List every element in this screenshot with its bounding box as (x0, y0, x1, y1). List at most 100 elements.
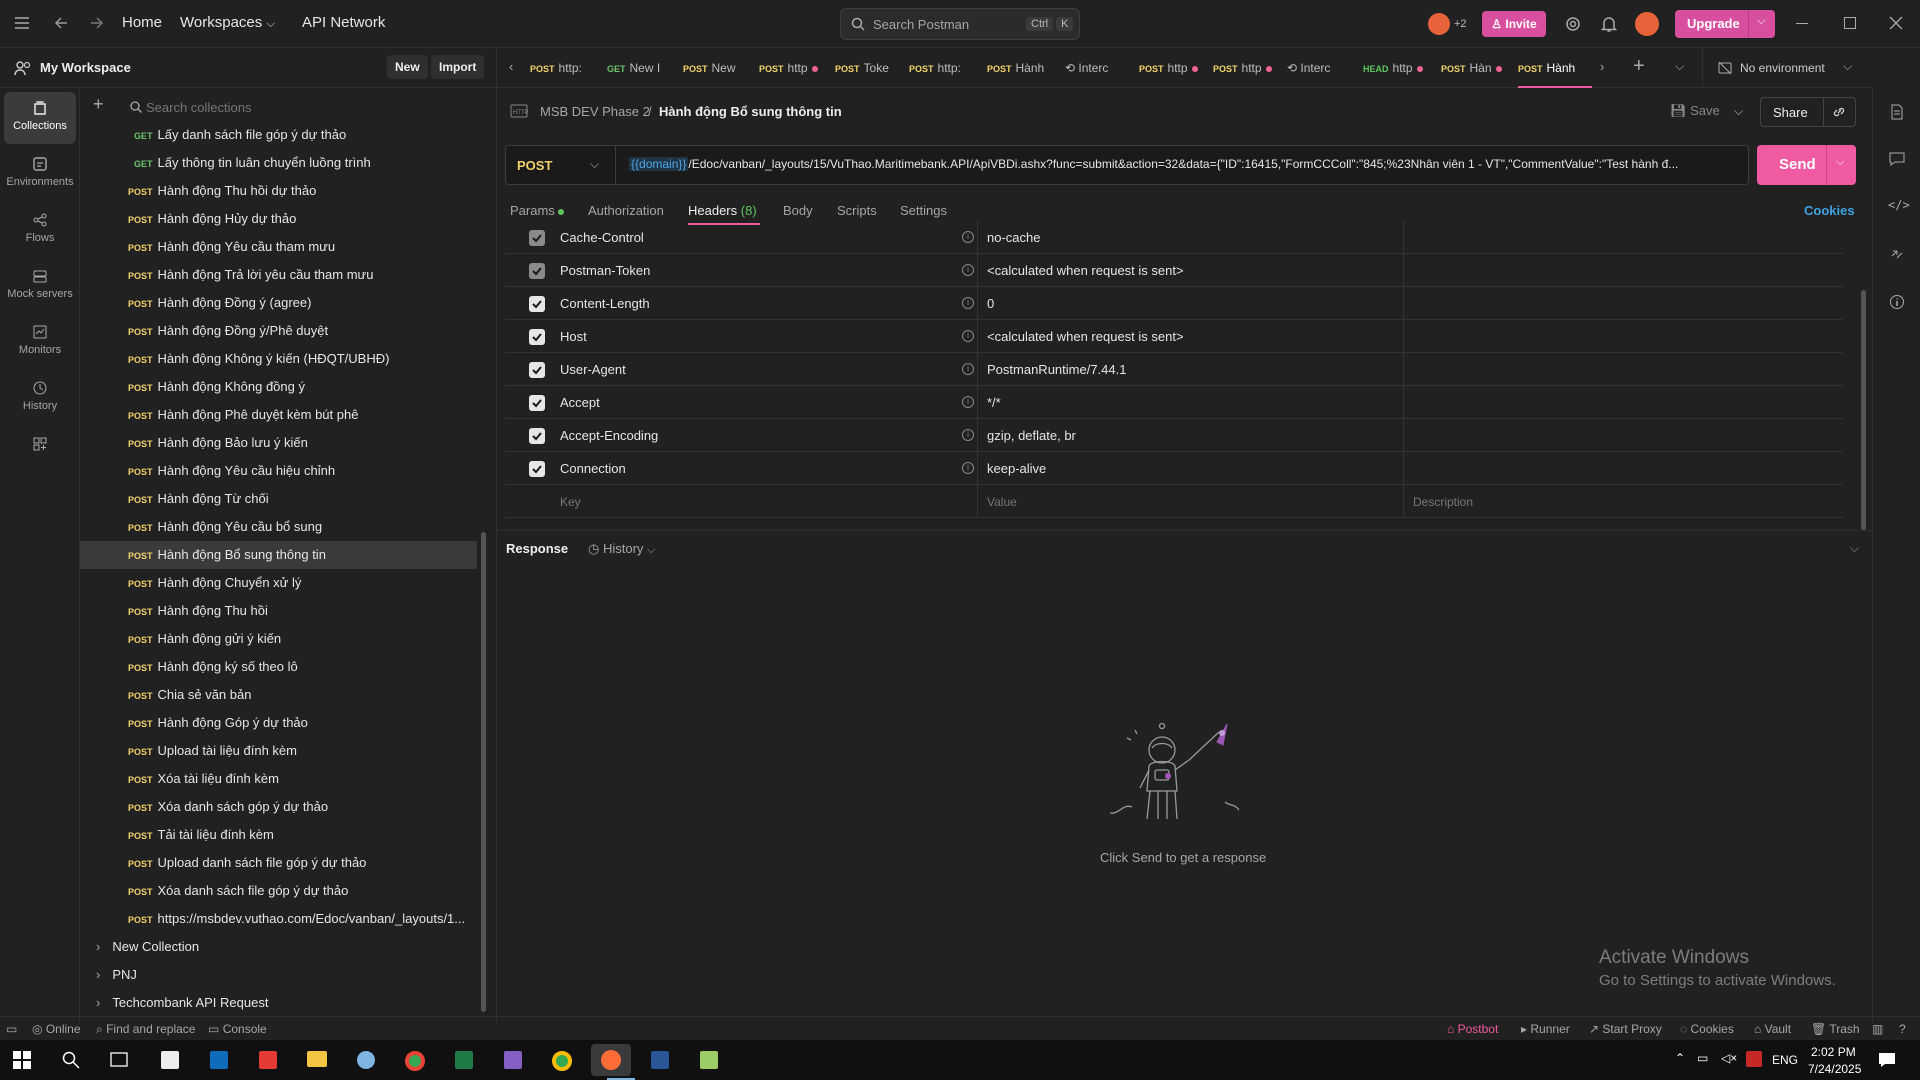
collection-request-item[interactable]: POST Tải tài liệu đính kèm (80, 821, 477, 849)
taskbar-app-notion-icon[interactable] (150, 1044, 190, 1076)
tray-chevron-up-icon[interactable]: ⌃ (1675, 1051, 1685, 1065)
header-value[interactable]: PostmanRuntime/7.44.1 (987, 362, 1126, 377)
header-enabled-checkbox[interactable] (529, 263, 545, 279)
taskbar-app-notepad-icon[interactable] (689, 1044, 729, 1076)
profile-avatar[interactable] (1635, 12, 1659, 36)
clock-time[interactable]: 2:02 PM (1811, 1045, 1856, 1059)
headers-scrollbar[interactable] (1861, 290, 1866, 530)
info-icon[interactable]: i (962, 330, 974, 342)
language-indicator[interactable]: ENG (1772, 1053, 1798, 1067)
minimize-icon[interactable] (1796, 23, 1808, 24)
header-value[interactable]: gzip, deflate, br (987, 428, 1076, 443)
taskbar-app-postman-icon[interactable] (591, 1044, 631, 1076)
environment-selector[interactable]: No environment (1740, 61, 1825, 75)
upgrade-button[interactable]: Upgrade ⌵ (1675, 10, 1775, 38)
collection-request-item[interactable]: POST https://msbdev.vuthao.com/Edoc/vanba… (80, 905, 477, 933)
chevron-left-icon[interactable]: ‹ (509, 59, 513, 74)
toggle-sidebar-icon[interactable]: ▭ (6, 1022, 17, 1036)
collection-request-item[interactable]: POST Hành động Yêu cầu bổ sung (80, 513, 477, 541)
tabs-menu-chevron-icon[interactable]: ⌵ (1675, 59, 1684, 74)
search-collections-input[interactable] (146, 95, 476, 119)
tab-scripts[interactable]: Scripts (837, 203, 877, 218)
taskbar-app-chrome-icon[interactable] (395, 1044, 435, 1076)
header-value[interactable]: <calculated when request is sent> (987, 263, 1184, 278)
collection-request-item[interactable]: POST Chia sẻ văn bản (80, 681, 477, 709)
header-key[interactable]: Connection (560, 461, 626, 476)
value-placeholder[interactable]: Value (987, 495, 1017, 509)
info-icon[interactable]: i (962, 264, 974, 276)
cookies-link[interactable]: Cookies (1804, 203, 1855, 218)
search-postman-input[interactable]: Search Postman Ctrl K (840, 8, 1080, 40)
save-chevron-icon[interactable]: ⌵ (1734, 104, 1743, 119)
header-value[interactable]: <calculated when request is sent> (987, 329, 1184, 344)
taskbar-app-excel-icon[interactable] (444, 1044, 484, 1076)
forward-arrow-icon[interactable] (90, 16, 104, 30)
avatar[interactable] (1428, 13, 1450, 35)
header-key[interactable]: Cache-Control (560, 230, 644, 245)
documentation-icon[interactable] (1890, 104, 1904, 120)
header-enabled-checkbox[interactable] (529, 230, 545, 246)
tab-headers[interactable]: Headers (8) (688, 203, 757, 218)
collection-request-item[interactable]: POST Hành động Góp ý dự thảo (80, 709, 477, 737)
related-collections-icon[interactable] (1890, 246, 1904, 260)
link-icon[interactable] (1832, 105, 1846, 119)
request-tab[interactable]: POST http (1139, 48, 1213, 88)
domain-variable[interactable]: {{domain}} (629, 157, 689, 171)
home-link[interactable]: Home (122, 14, 162, 31)
collection-request-item[interactable]: POST Xóa tài liệu đính kèm (80, 765, 477, 793)
request-tab[interactable]: ⟲ Interc (1065, 48, 1139, 88)
console-button[interactable]: ▭ Console (208, 1022, 267, 1036)
rail-environments[interactable]: Environments (4, 148, 76, 200)
rail-mock-servers[interactable]: Mock servers (4, 260, 76, 312)
method-selector[interactable]: POST ⌵ (506, 146, 616, 184)
start-proxy-button[interactable]: ↗ Start Proxy (1589, 1022, 1662, 1036)
header-key[interactable]: User-Agent (560, 362, 626, 377)
collection-request-item[interactable]: POST Hành động gửi ý kiến (80, 625, 477, 653)
collection-request-item[interactable]: GET Lấy thông tin luân chuyển luồng trình (80, 149, 477, 177)
collection-request-item[interactable]: POST Hành động Đồng ý (agree) (80, 289, 477, 317)
chevron-down-icon[interactable]: ⌵ (1843, 59, 1852, 74)
info-icon[interactable]: i (962, 462, 974, 474)
workspace-title[interactable]: My Workspace (40, 60, 131, 75)
share-button[interactable]: Share (1773, 105, 1808, 120)
chevron-down-icon[interactable]: ⌵ (1757, 15, 1765, 28)
header-value[interactable]: no-cache (987, 230, 1040, 245)
request-tab[interactable]: POST Hàn (1441, 48, 1515, 88)
invite-button[interactable]: ♙ Invite (1482, 11, 1546, 37)
collection-request-item[interactable]: POST Hành động Thu hồi dự thảo (80, 177, 477, 205)
header-value[interactable]: keep-alive (987, 461, 1046, 476)
help-icon[interactable]: ? (1899, 1022, 1906, 1036)
trash-button[interactable]: 🗑︎ Trash (1811, 1022, 1860, 1036)
add-collection-icon[interactable]: + (93, 94, 104, 115)
collection-request-item[interactable]: POST Hành động Yêu cầu tham mưu (80, 233, 477, 261)
collection-request-item[interactable]: POST Hành động Trả lời yêu cầu tham mưu (80, 261, 477, 289)
header-key[interactable]: Host (560, 329, 587, 344)
api-network-link[interactable]: API Network (302, 14, 385, 31)
layout-icon[interactable]: ▥ (1872, 1022, 1883, 1036)
header-enabled-checkbox[interactable] (529, 428, 545, 444)
request-tab[interactable]: POST http: (530, 48, 604, 88)
taskbar-app-word-icon[interactable] (640, 1044, 680, 1076)
close-icon[interactable] (1889, 16, 1903, 30)
settings-gear-icon[interactable] (1564, 15, 1582, 33)
chevron-right-icon[interactable]: › (96, 995, 100, 1010)
notifications-icon[interactable] (1878, 1052, 1896, 1068)
header-key[interactable]: Accept (560, 395, 600, 410)
menu-icon[interactable] (14, 16, 30, 30)
request-tab[interactable]: GET New I (607, 48, 681, 88)
header-enabled-checkbox[interactable] (529, 329, 545, 345)
key-placeholder[interactable]: Key (560, 495, 581, 509)
request-tab[interactable]: POST Toke (835, 48, 909, 88)
header-key[interactable]: Content-Length (560, 296, 650, 311)
url-input[interactable]: {{domain}}/Edoc/vanban/_layouts/15/VuTha… (629, 157, 1741, 171)
online-status[interactable]: ◎ Online (32, 1022, 81, 1036)
rail-configure[interactable] (4, 428, 76, 480)
response-history-button[interactable]: ◷ History ⌵ (588, 541, 655, 557)
task-view-icon[interactable] (110, 1051, 130, 1069)
page-title[interactable]: Hành động Bổ sung thông tin (659, 104, 842, 119)
tab-params[interactable]: Params (510, 203, 565, 218)
collection-request-item[interactable]: POST Hành động Bổ sung thông tin (80, 541, 477, 569)
header-value[interactable]: 0 (987, 296, 994, 311)
volume-muted-icon[interactable]: ◁× (1721, 1051, 1737, 1065)
collection-folder[interactable]: › Techcombank API Request (80, 989, 268, 1017)
